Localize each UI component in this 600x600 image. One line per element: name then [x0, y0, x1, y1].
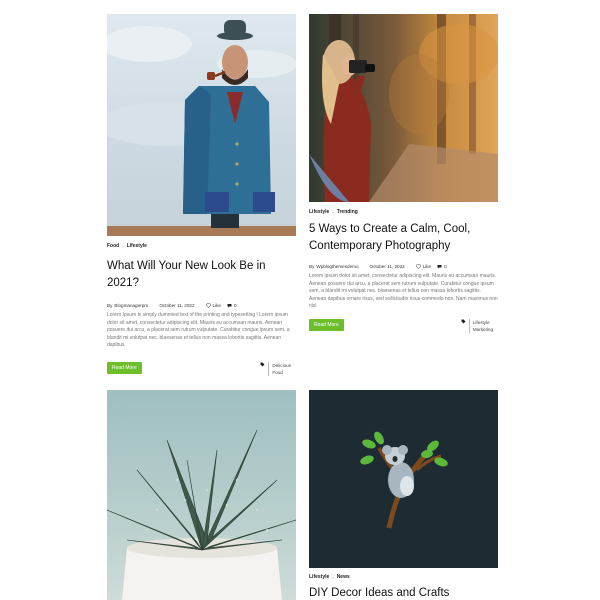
post-excerpt: Lorem Ipsum is simply dummied text of th… — [107, 312, 290, 349]
tag-icon — [260, 362, 265, 367]
heart-icon — [415, 264, 421, 269]
post-image[interactable] — [309, 14, 498, 202]
post-card — [107, 390, 296, 600]
category-link[interactable]: Lifestyle — [309, 209, 329, 215]
author-link[interactable]: By Blogmanagerpro — [107, 303, 148, 308]
post-categories: Lifestyle , News — [309, 574, 498, 580]
heart-icon — [205, 303, 211, 308]
author-name: Wpblogthemesdemo — [316, 264, 359, 269]
read-more-button[interactable]: Read More — [309, 318, 344, 331]
tag-link[interactable]: Marketing — [473, 326, 493, 333]
post-card: Lifestyle , News DIY Decor Ideas and Cra… — [309, 390, 498, 600]
tag-link[interactable]: Lifestyle — [473, 319, 493, 326]
post-byline: By Blogmanagerpro October 11, 2022 Like … — [107, 303, 296, 308]
comments-link[interactable]: 0 — [437, 264, 447, 269]
comment-icon — [437, 265, 442, 269]
comments-link[interactable]: 0 — [227, 303, 237, 308]
post-categories: Lifestyle , Trending — [309, 209, 498, 215]
tag-list: Lifestyle Marketing — [468, 318, 493, 333]
like-button[interactable]: Like — [415, 264, 432, 269]
post-categories: Food , Lifestyle — [107, 243, 296, 249]
comment-count: 0 — [444, 264, 447, 269]
like-button[interactable]: Like — [205, 303, 221, 308]
post-date: October 11, 2022 — [369, 264, 405, 269]
post-footer: Read More Delicious Food — [107, 361, 296, 376]
category-separator: , — [122, 243, 124, 249]
post-byline: By Wpblogthemesdemo October 11, 2022 Lik… — [309, 264, 498, 269]
category-link[interactable]: Lifestyle — [127, 243, 147, 249]
like-label: Like — [212, 303, 221, 308]
post-image[interactable] — [107, 14, 296, 236]
succulent-illustration — [107, 429, 296, 600]
post-tags: Lifestyle Marketing — [461, 318, 493, 333]
koala-illustration — [360, 431, 448, 529]
author-name: Blogmanagerpro — [114, 303, 149, 308]
post-tags: Delicious Food — [260, 361, 291, 376]
post-card: Food , Lifestyle What Will Your New Look… — [107, 14, 296, 376]
author-prefix: By — [107, 303, 113, 308]
post-date: October 11, 2022 — [159, 303, 195, 308]
category-link[interactable]: Trending — [337, 209, 358, 215]
tag-list: Delicious Food — [268, 361, 291, 376]
category-link[interactable]: Food — [107, 243, 119, 249]
photographer-illustration — [309, 14, 498, 202]
comment-count: 0 — [233, 303, 237, 308]
comment-icon — [227, 304, 232, 308]
post-card: Lifestyle , Trending 5 Ways to Create a … — [309, 14, 498, 333]
post-title[interactable]: DIY Decor Ideas and Crafts — [309, 585, 498, 600]
like-label: Like — [422, 264, 432, 269]
author-link[interactable]: By Wpblogthemesdemo — [309, 264, 359, 269]
tag-link[interactable]: Food — [272, 369, 291, 376]
tag-icon — [461, 319, 466, 324]
post-title[interactable]: 5 Ways to Create a Calm, Cool, Contempor… — [309, 221, 498, 255]
post-image[interactable] — [107, 390, 296, 600]
category-separator: , — [332, 574, 334, 580]
category-separator: , — [332, 209, 334, 215]
man-illustration — [107, 20, 296, 236]
tag-link[interactable]: Delicious — [272, 362, 291, 369]
category-link[interactable]: News — [337, 574, 350, 580]
author-prefix: By — [309, 264, 315, 269]
post-excerpt: Lorem ipsum dolor sit amet, consectetur … — [309, 273, 498, 310]
post-footer: Read More Lifestyle Marketing — [309, 318, 498, 333]
post-title[interactable]: What Will Your New Look Be in 2021? — [107, 258, 296, 292]
post-image[interactable] — [309, 390, 498, 568]
category-link[interactable]: Lifestyle — [309, 574, 329, 580]
read-more-button[interactable]: Read More — [107, 361, 142, 374]
